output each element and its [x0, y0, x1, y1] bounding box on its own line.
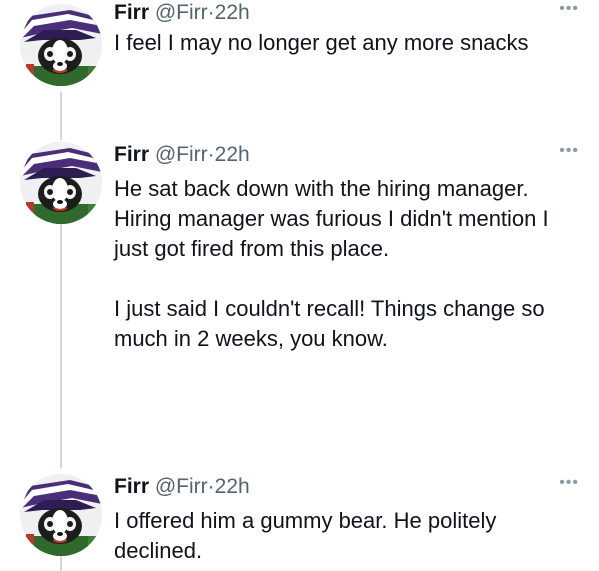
tweet-paragraph: I just said I couldn't recall! Things ch… [114, 296, 545, 351]
avatar[interactable] [20, 474, 102, 556]
tweet-header: Firr @Firr·22h [114, 474, 579, 500]
tweet-text: I offered him a gummy bear. He politely … [114, 506, 579, 566]
user-handle[interactable]: @Firr [155, 475, 208, 498]
avatar-image [20, 4, 102, 86]
tweet-paragraph: He sat back down with the hiring manager… [114, 176, 549, 261]
tweet[interactable]: Firr @Firr·22h ••• I feel I may no longe… [0, 0, 599, 96]
tweet-paragraph: I feel I may no longer get any more snac… [114, 30, 529, 55]
user-handle[interactable]: @Firr [155, 1, 208, 24]
avatar-image [20, 142, 102, 224]
separator-dot: · [207, 1, 215, 24]
tweet[interactable]: Firr @Firr·22h ••• He sat back down with… [0, 142, 599, 402]
avatar[interactable] [20, 4, 102, 86]
tweet-header: Firr @Firr·22h [114, 0, 579, 26]
timestamp[interactable]: 22h [215, 475, 250, 498]
separator-dot: · [207, 143, 215, 166]
tweet-text: He sat back down with the hiring manager… [114, 174, 579, 354]
thread-connector-line [60, 92, 62, 140]
more-options-icon[interactable]: ••• [559, 0, 579, 18]
tweet-text: I feel I may no longer get any more snac… [114, 28, 579, 58]
tweet-paragraph: I offered him a gummy bear. He politely … [114, 508, 497, 563]
display-name[interactable]: Firr [114, 475, 149, 498]
separator-dot: · [207, 475, 215, 498]
timestamp[interactable]: 22h [215, 1, 250, 24]
display-name[interactable]: Firr [114, 143, 149, 166]
tweet[interactable]: Firr @Firr·22h ••• I offered him a gummy… [0, 474, 599, 571]
timestamp[interactable]: 22h [215, 143, 250, 166]
display-name[interactable]: Firr [114, 1, 149, 24]
avatar-image [20, 474, 102, 556]
tweet-header: Firr @Firr·22h [114, 142, 579, 168]
more-options-icon[interactable]: ••• [559, 474, 579, 492]
user-handle[interactable]: @Firr [155, 143, 208, 166]
avatar[interactable] [20, 142, 102, 224]
more-options-icon[interactable]: ••• [559, 142, 579, 160]
